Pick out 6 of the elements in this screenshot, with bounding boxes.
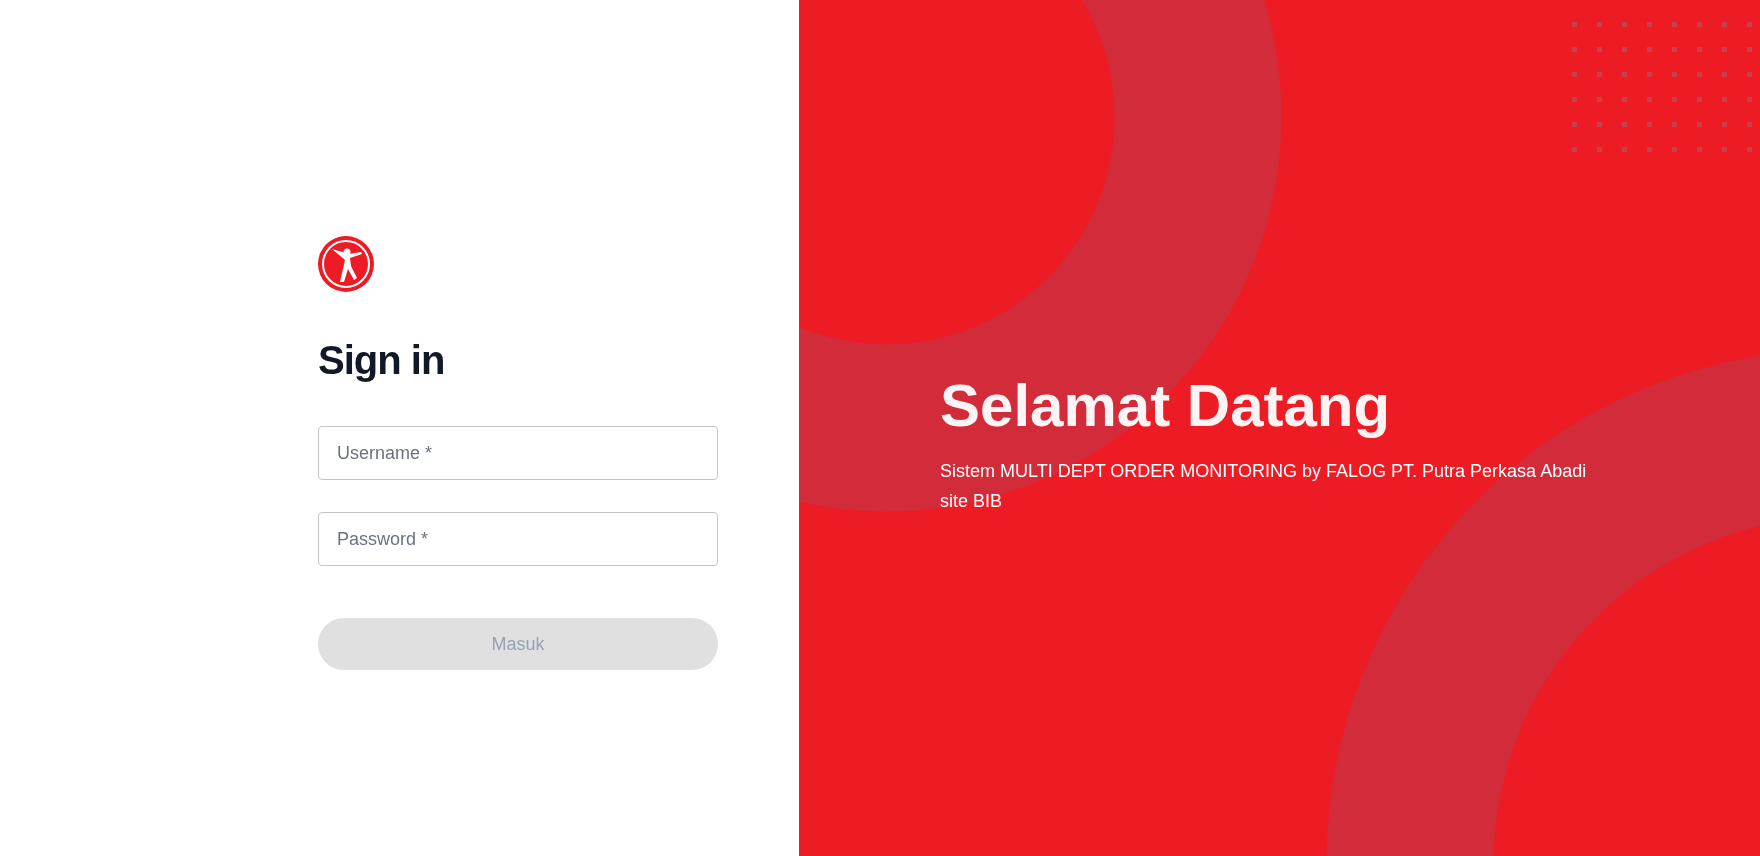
logo-icon: [318, 236, 374, 292]
welcome-subtitle: Sistem MULTI DEPT ORDER MONITORING by FALOG PT. Putra Perkasa Abadi site BIB: [940, 460, 1588, 513]
sign-in-heading: Sign in: [318, 337, 446, 384]
welcome-title: Selamat Datang: [940, 371, 1392, 441]
username-field[interactable]: Username *: [318, 426, 718, 480]
password-field[interactable]: Password *: [318, 512, 718, 566]
